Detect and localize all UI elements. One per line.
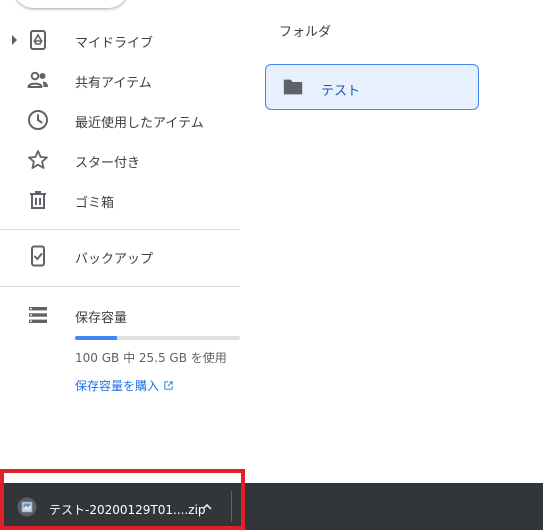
sidebar-item-label: バックアップ bbox=[75, 252, 154, 267]
storage-progress-fill bbox=[75, 336, 118, 340]
sidebar-item-label: マイドライブ bbox=[75, 36, 154, 51]
sidebar-item-starred[interactable]: スター付き bbox=[0, 142, 240, 178]
sidebar-divider bbox=[0, 286, 240, 287]
star-icon bbox=[28, 150, 48, 169]
storage-progress-bar bbox=[75, 336, 240, 340]
clock-icon bbox=[28, 110, 48, 130]
people-icon bbox=[27, 71, 48, 88]
drive-icon bbox=[30, 30, 46, 50]
folder-icon bbox=[283, 79, 303, 95]
storage-icon bbox=[29, 307, 47, 323]
download-file-name: テスト-20200129T01....zip bbox=[49, 503, 206, 517]
storage-usage-text: 100 GB 中 25.5 GB を使用 bbox=[75, 351, 227, 365]
sidebar-item-shared[interactable]: 共有アイテム bbox=[0, 62, 240, 98]
zip-file-icon bbox=[17, 497, 37, 517]
sidebar-item-label: 共有アイテム bbox=[75, 76, 152, 91]
trash-icon bbox=[30, 191, 46, 209]
chevron-up-icon[interactable] bbox=[200, 500, 214, 514]
folder-tile[interactable]: テスト bbox=[265, 64, 479, 110]
external-link-icon bbox=[164, 381, 173, 390]
sidebar-divider bbox=[0, 229, 240, 230]
download-bar: テスト-20200129T01....zip bbox=[0, 483, 543, 530]
section-title-folders: フォルダ bbox=[279, 25, 332, 40]
backup-icon bbox=[31, 245, 45, 267]
drive-page: マイドライブ 共有アイテム 最近使用したアイテム スター付き ゴミ箱 バックアッ… bbox=[0, 0, 543, 530]
sidebar-item-recent[interactable]: 最近使用したアイテム bbox=[0, 102, 240, 138]
storage-label: 保存容量 bbox=[75, 311, 128, 326]
sidebar-item-storage[interactable]: 保存容量 bbox=[0, 297, 240, 333]
sidebar-item-label: スター付き bbox=[75, 156, 141, 171]
download-separator bbox=[231, 491, 232, 522]
new-button[interactable] bbox=[14, 0, 128, 8]
sidebar-item-my-drive[interactable]: マイドライブ bbox=[0, 22, 240, 58]
sidebar-item-backup[interactable]: バックアップ bbox=[0, 238, 240, 274]
sidebar-item-label: 最近使用したアイテム bbox=[75, 116, 204, 131]
buy-storage-link[interactable]: 保存容量を購入 bbox=[75, 377, 174, 394]
folder-name: テスト bbox=[321, 84, 361, 99]
sidebar-item-label: ゴミ箱 bbox=[75, 196, 115, 211]
expand-arrow-icon[interactable] bbox=[12, 35, 17, 45]
download-item[interactable]: テスト-20200129T01....zip bbox=[0, 483, 232, 530]
buy-storage-label: 保存容量を購入 bbox=[75, 379, 160, 393]
sidebar-item-trash[interactable]: ゴミ箱 bbox=[0, 182, 240, 218]
